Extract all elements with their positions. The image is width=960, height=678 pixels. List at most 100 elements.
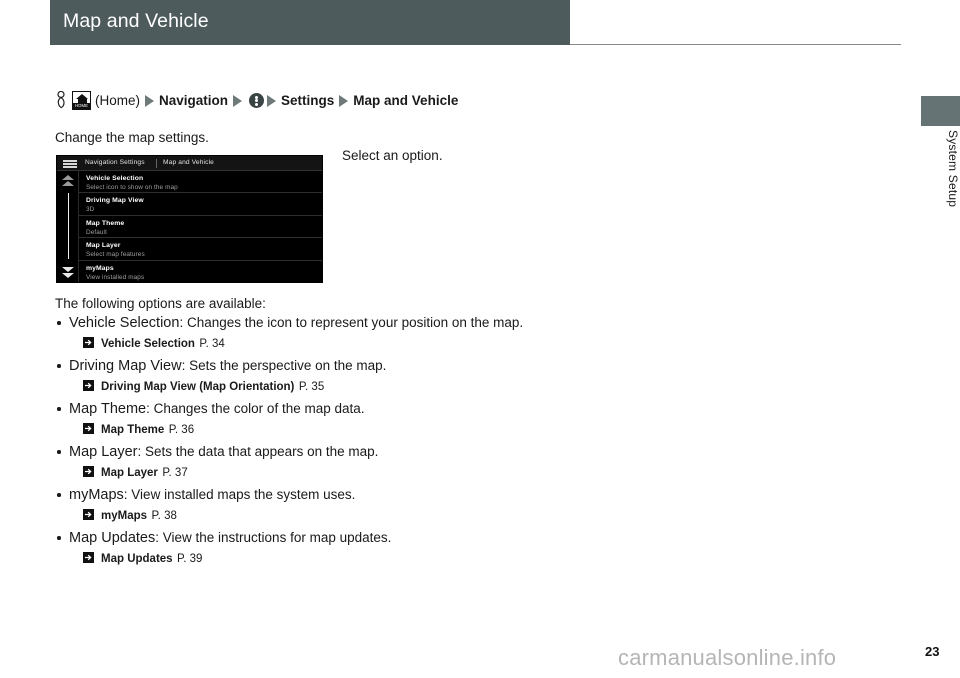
option-item: Map Updates: View the instructions for m…	[55, 528, 655, 548]
breadcrumb-target-label: Map and Vehicle	[353, 93, 459, 108]
nav-settings-list: Vehicle Selection Select icon to show on…	[79, 171, 322, 282]
reference-title: Map Theme	[101, 424, 165, 436]
reference-title: Map Layer	[101, 467, 158, 479]
triangle-right-icon	[267, 94, 277, 107]
option-name: myMaps	[69, 487, 124, 503]
vertical-ellipsis-menu-icon	[249, 93, 265, 108]
option-reference[interactable]: Map Theme P. 36	[55, 419, 655, 440]
hamburger-menu-icon[interactable]	[63, 160, 77, 168]
breadcrumb-home-label: (Home)	[95, 93, 141, 108]
option-item: Driving Map View: Sets the perspective o…	[55, 356, 655, 376]
nav-item-title: Vehicle Selection	[86, 175, 144, 182]
jump-to-page-icon	[83, 509, 94, 520]
option-description: : View installed maps the system uses.	[123, 487, 356, 502]
option-name: Map Theme	[69, 401, 147, 417]
option-name: Driving Map View	[69, 358, 182, 374]
reference-title: Driving Map View (Map Orientation)	[101, 381, 295, 393]
triangle-right-icon	[339, 94, 349, 107]
triangle-right-icon	[233, 94, 243, 107]
option-reference[interactable]: Map Layer P. 37	[55, 462, 655, 483]
bullet-icon	[57, 364, 61, 368]
nav-screen-body: Vehicle Selection Select icon to show on…	[57, 171, 322, 282]
jump-to-page-icon	[83, 552, 94, 563]
page-title: Map and Vehicle	[63, 10, 209, 32]
option-description: : Sets the data that appears on the map.	[137, 444, 379, 459]
intro-text: Change the map settings.	[55, 130, 209, 145]
option-description: : Changes the color of the map data.	[146, 401, 365, 416]
bullet-icon	[57, 321, 61, 325]
reference-page: P. 36	[168, 424, 195, 436]
options-intro-text: The following options are available:	[55, 296, 266, 311]
watermark: carmanualsonline.info	[618, 645, 837, 670]
bullet-icon	[57, 407, 61, 411]
nav-item-title: myMaps	[86, 264, 114, 272]
nav-item-title: Map Layer	[86, 242, 121, 250]
nav-item-subtitle: Default	[86, 228, 107, 236]
option-description: : Changes the icon to represent your pos…	[179, 315, 524, 330]
navigation-settings-screenshot: Navigation Settings Map and Vehicle Vehi…	[56, 155, 323, 283]
bullet-icon	[57, 493, 61, 497]
reference-title: Map Updates	[101, 553, 173, 565]
nav-item-subtitle: View installed maps	[86, 273, 145, 281]
home-button-icon: HOME	[72, 91, 91, 110]
jump-to-page-icon	[83, 466, 94, 477]
bullet-icon	[57, 536, 61, 540]
nav-screen-topbar: Navigation Settings Map and Vehicle	[57, 156, 322, 171]
touch-finger-icon	[55, 90, 68, 109]
reference-page: P. 35	[298, 381, 325, 393]
reference-title: myMaps	[101, 510, 148, 522]
section-tab-marker	[921, 96, 960, 126]
nav-list-item[interactable]: Driving Map View 3D	[79, 193, 322, 216]
header-divider-rule	[570, 44, 901, 45]
jump-to-page-icon	[83, 380, 94, 391]
nav-item-subtitle: Select icon to show on the map	[86, 184, 178, 191]
option-reference[interactable]: myMaps P. 38	[55, 505, 655, 526]
select-option-caption: Select an option.	[342, 148, 443, 163]
option-reference[interactable]: Map Updates P. 39	[55, 548, 655, 569]
jump-to-page-icon	[83, 337, 94, 348]
page-header-bar: Map and Vehicle	[50, 0, 570, 45]
nav-item-title: Map Theme	[86, 219, 125, 227]
option-item: Vehicle Selection: Changes the icon to r…	[55, 313, 655, 333]
option-description: : Sets the perspective on the map.	[181, 358, 387, 373]
reference-page: P. 37	[162, 467, 188, 479]
reference-page: P. 38	[151, 510, 177, 522]
bullet-icon	[57, 450, 61, 454]
reference-page: P. 39	[177, 553, 203, 565]
option-name: Map Layer	[69, 444, 138, 460]
nav-item-title: Driving Map View	[86, 197, 144, 205]
home-icon-label: HOME	[73, 103, 90, 109]
option-item: myMaps: View installed maps the system u…	[55, 485, 655, 505]
option-name: Map Updates	[69, 530, 156, 546]
manual-page: Map and Vehicle System Setup HOME (Home)…	[0, 0, 960, 678]
option-reference[interactable]: Driving Map View (Map Orientation) P. 35	[55, 376, 655, 397]
nav-list-item[interactable]: Map Layer Select map features	[79, 238, 322, 261]
reference-title: Vehicle Selection	[101, 338, 195, 350]
option-name: Vehicle Selection	[69, 315, 180, 331]
jump-to-page-icon	[83, 423, 94, 434]
nav-item-subtitle: Select map features	[86, 251, 145, 259]
breadcrumb: HOME (Home) Navigation Settings Map and …	[55, 90, 462, 110]
option-item: Map Layer: Sets the data that appears on…	[55, 442, 655, 462]
nav-screen-title-divider	[156, 159, 157, 168]
nav-list-item[interactable]: myMaps View installed maps	[79, 261, 322, 282]
page-number: 23	[925, 644, 940, 659]
triangle-right-icon	[145, 94, 155, 107]
nav-item-subtitle: 3D	[86, 206, 95, 214]
nav-screen-title-right: Map and Vehicle	[163, 159, 215, 166]
section-tab-label: System Setup	[946, 130, 960, 208]
nav-list-item[interactable]: Vehicle Selection Select icon to show on…	[79, 171, 322, 194]
nav-screen-scrollbar[interactable]	[57, 171, 79, 282]
breadcrumb-settings-label: Settings	[281, 93, 335, 108]
nav-scroll-track[interactable]	[67, 193, 69, 259]
reference-page: P. 34	[199, 338, 225, 350]
double-chevron-down-icon[interactable]	[62, 266, 74, 280]
option-reference[interactable]: Vehicle Selection P. 34	[55, 333, 655, 354]
nav-screen-title-left: Navigation Settings	[85, 159, 145, 166]
nav-list-item[interactable]: Map Theme Default	[79, 216, 322, 239]
option-item: Map Theme: Changes the color of the map …	[55, 399, 655, 419]
options-list: Vehicle Selection: Changes the icon to r…	[55, 313, 655, 571]
double-chevron-up-icon[interactable]	[62, 174, 74, 188]
breadcrumb-navigation-label: Navigation	[159, 93, 229, 108]
option-description: : View the instructions for map updates.	[155, 530, 392, 545]
